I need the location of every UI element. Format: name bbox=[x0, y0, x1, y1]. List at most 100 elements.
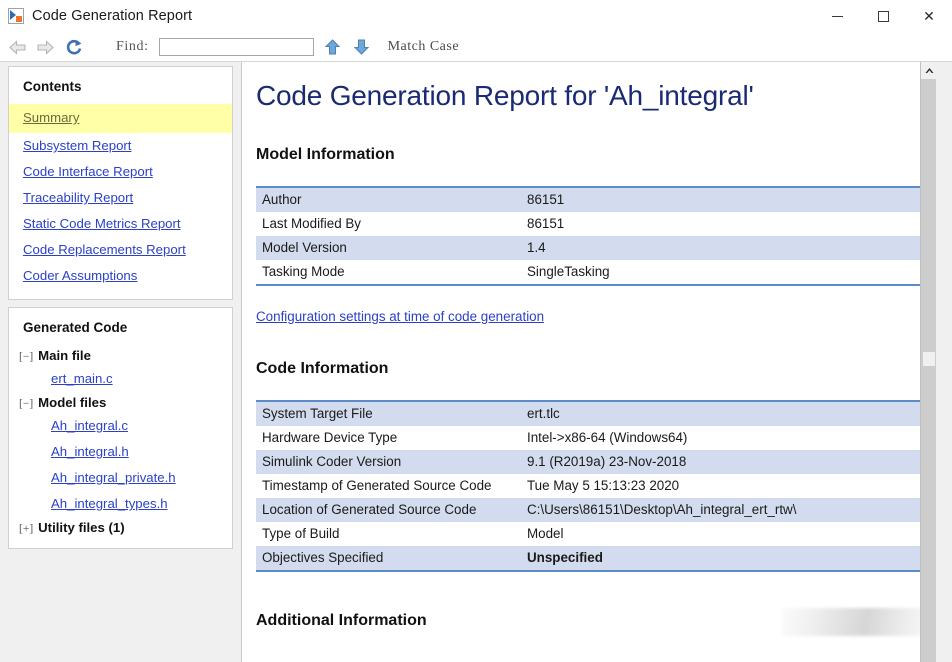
forward-button[interactable] bbox=[34, 36, 56, 58]
tree-file-label: Ah_integral_types.h bbox=[51, 496, 168, 511]
redacted-region bbox=[782, 608, 922, 636]
find-input[interactable] bbox=[158, 38, 314, 56]
table-cell-key: Location of Generated Source Code bbox=[256, 498, 521, 522]
table-cell-value: C:\Users\86151\Desktop\Ah_integral_ert_r… bbox=[521, 498, 927, 522]
table-cell-value: SingleTasking bbox=[527, 264, 610, 279]
collapse-toggle-icon[interactable]: [−] bbox=[19, 351, 33, 363]
tree-file-ah-integral-c[interactable]: Ah_integral.c bbox=[9, 413, 232, 439]
table-cell-value: Intel->x86-64 (Windows64) bbox=[527, 430, 688, 445]
window-controls: ✕ bbox=[814, 0, 952, 33]
table-cell-key: Type of Build bbox=[262, 526, 340, 541]
sidebar-item-label: Static Code Metrics Report bbox=[23, 216, 181, 231]
sidebar-item-summary[interactable]: Summary bbox=[9, 104, 232, 133]
sidebar-item-code-replacements-report[interactable]: Code Replacements Report bbox=[9, 237, 232, 263]
table-cell-value: ert.tlc bbox=[521, 401, 927, 426]
table-cell-value: 9.1 (R2019a) 23-Nov-2018 bbox=[521, 450, 927, 474]
scroll-up-button[interactable] bbox=[921, 62, 936, 79]
configuration-settings-link[interactable]: Configuration settings at time of code g… bbox=[256, 309, 544, 324]
content-scrollbar[interactable] bbox=[920, 62, 936, 662]
table-cell-key: Objectives Specified bbox=[256, 546, 521, 571]
arrow-down-icon bbox=[353, 39, 369, 55]
title-bar: Code Generation Report ✕ bbox=[0, 0, 952, 33]
tree-file-label: ert_main.c bbox=[51, 371, 113, 386]
tree-group-model-files[interactable]: [−] Model files bbox=[9, 392, 232, 413]
status-badge: Unspecified bbox=[521, 546, 927, 571]
refresh-button[interactable] bbox=[62, 36, 86, 58]
chevron-up-icon bbox=[925, 68, 933, 73]
window-title: Code Generation Report bbox=[32, 8, 193, 24]
tree-group-utility-files[interactable]: [+] Utility files (1) bbox=[9, 517, 232, 538]
tree-group-label: Main file bbox=[38, 348, 91, 363]
table-cell-value: Tue May 5 15:13:23 2020 bbox=[527, 478, 680, 493]
code-information-heading: Code Information bbox=[256, 360, 389, 377]
minimize-icon bbox=[831, 16, 843, 17]
match-case-label[interactable]: Match Case bbox=[388, 39, 459, 55]
table-row: Model Version 1.4 bbox=[256, 236, 927, 260]
tree-group-main-file[interactable]: [−] Main file bbox=[9, 345, 232, 366]
sidebar-item-label: Code Replacements Report bbox=[23, 242, 186, 257]
sidebar-item-static-code-metrics-report[interactable]: Static Code Metrics Report bbox=[9, 211, 232, 237]
report-content: Code Generation Report for 'Ah_integral'… bbox=[241, 62, 936, 662]
maximize-icon bbox=[877, 11, 889, 22]
minimize-button[interactable] bbox=[814, 0, 860, 33]
table-cell-key: Simulink Coder Version bbox=[256, 450, 521, 474]
generated-code-panel: Generated Code [−] Main file ert_main.c … bbox=[8, 307, 233, 549]
table-row: Last Modified By 86151 bbox=[256, 212, 927, 236]
sidebar-item-label: Coder Assumptions bbox=[23, 268, 138, 283]
configuration-settings-link-wrap: Configuration settings at time of code g… bbox=[256, 308, 922, 326]
table-cell-value: 1.4 bbox=[521, 236, 927, 260]
find-next-button[interactable] bbox=[351, 36, 372, 58]
tree-file-label: Ah_integral_private.h bbox=[51, 470, 176, 485]
find-previous-button[interactable] bbox=[322, 36, 343, 58]
table-cell-value: 86151 bbox=[521, 187, 927, 212]
panel-divider bbox=[8, 300, 233, 307]
back-button[interactable] bbox=[6, 36, 28, 58]
contents-heading: Contents bbox=[23, 79, 82, 94]
tree-group-label: Model files bbox=[38, 395, 107, 410]
close-button[interactable]: ✕ bbox=[906, 0, 952, 33]
tree-group-label: Utility files (1) bbox=[38, 520, 125, 535]
tree-file-ah-integral-types-h[interactable]: Ah_integral_types.h bbox=[9, 491, 232, 517]
page-title: Code Generation Report for 'Ah_integral' bbox=[256, 80, 754, 111]
sidebar: Contents Summary Subsystem Report Code I… bbox=[0, 62, 241, 662]
table-row: Tasking Mode SingleTasking bbox=[256, 260, 927, 285]
sidebar-item-label: Code Interface Report bbox=[23, 164, 153, 179]
forward-arrow-icon bbox=[36, 39, 54, 55]
back-arrow-icon bbox=[8, 39, 26, 55]
sidebar-item-coder-assumptions[interactable]: Coder Assumptions bbox=[9, 263, 232, 289]
table-cell-key: Tasking Mode bbox=[262, 264, 345, 279]
table-row: Author 86151 bbox=[256, 187, 927, 212]
body-area: Contents Summary Subsystem Report Code I… bbox=[0, 62, 952, 662]
table-cell-key: Timestamp of Generated Source Code bbox=[262, 478, 492, 493]
tree-file-label: Ah_integral.h bbox=[51, 444, 129, 459]
generated-code-heading: Generated Code bbox=[23, 320, 128, 335]
tree-file-label: Ah_integral.c bbox=[51, 418, 128, 433]
collapse-toggle-icon[interactable]: [−] bbox=[19, 398, 33, 410]
model-information-table: Author 86151 Last Modified By 86151 Mode… bbox=[256, 186, 927, 286]
table-row: Location of Generated Source Code C:\Use… bbox=[256, 498, 927, 522]
tree-file-ert-main-c[interactable]: ert_main.c bbox=[9, 366, 232, 392]
expand-toggle-icon[interactable]: [+] bbox=[19, 523, 33, 535]
table-row: Objectives Specified Unspecified bbox=[256, 546, 927, 571]
table-row: Simulink Coder Version 9.1 (R2019a) 23-N… bbox=[256, 450, 927, 474]
tree-file-ah-integral-h[interactable]: Ah_integral.h bbox=[9, 439, 232, 465]
sidebar-item-code-interface-report[interactable]: Code Interface Report bbox=[9, 159, 232, 185]
table-row: System Target File ert.tlc bbox=[256, 401, 927, 426]
table-cell-value: 86151 bbox=[527, 216, 565, 231]
table-cell-key: Last Modified By bbox=[262, 216, 361, 231]
contents-panel: Contents Summary Subsystem Report Code I… bbox=[8, 66, 233, 300]
sidebar-item-traceability-report[interactable]: Traceability Report bbox=[9, 185, 232, 211]
model-information-heading: Model Information bbox=[256, 146, 395, 163]
tree-file-ah-integral-private-h[interactable]: Ah_integral_private.h bbox=[9, 465, 232, 491]
table-cell-key: System Target File bbox=[256, 401, 521, 426]
close-icon: ✕ bbox=[923, 8, 935, 24]
table-cell-key: Model Version bbox=[256, 236, 521, 260]
sidebar-item-subsystem-report[interactable]: Subsystem Report bbox=[9, 133, 232, 159]
code-information-table: System Target File ert.tlc Hardware Devi… bbox=[256, 400, 927, 572]
toolbar: Find: Match Case bbox=[0, 33, 952, 62]
table-cell-key: Hardware Device Type bbox=[262, 430, 398, 445]
scrollbar-thumb[interactable] bbox=[923, 352, 935, 366]
maximize-button[interactable] bbox=[860, 0, 906, 33]
arrow-up-icon bbox=[324, 39, 340, 55]
table-cell-key: Author bbox=[256, 187, 521, 212]
